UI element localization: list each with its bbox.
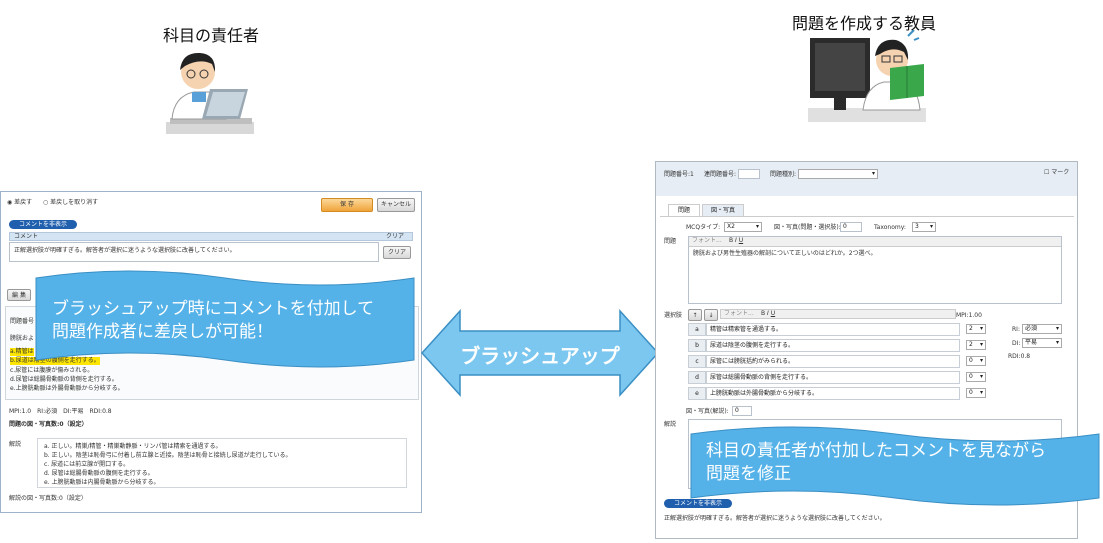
option-a: a.精管は [10,348,34,356]
move-up-button[interactable]: ↑ [688,309,702,321]
radio-return-label: 差戻す [14,199,33,206]
figure-count-label: 図・写真(問題・選択肢): [774,224,841,231]
tab-divider [660,216,1074,217]
move-down-button[interactable]: ↓ [704,309,718,321]
choice-text[interactable]: 上膀胱動脈は外腸骨動脈から分岐する。 [706,387,960,400]
clear-header: クリア [386,233,405,240]
clear-button[interactable]: クリア [383,246,411,259]
choice-score-select[interactable]: 0 [966,388,986,398]
question-text: 膀胱および男性生殖器の解剖について正しいのはどれか。2つ選べ。 [693,250,877,257]
choices-font-select[interactable]: フォント... [724,310,754,318]
question-label: 問題 [664,238,677,245]
brushup-label: ブラッシュアップ [460,344,620,368]
mcq-type-label: MCQタイプ: [686,224,721,231]
explanation-line: d. 尿管は総腸骨動脈の腹側を走行する。 [44,470,154,477]
choice-key: c [688,355,706,368]
mark-label: マーク [1051,169,1070,176]
choice-text[interactable]: 尿道は陰茎の腹側を走行する。 [706,339,960,352]
choice-score-select[interactable]: 2 [966,340,986,350]
save-button[interactable]: 保 存 [321,198,373,212]
explanation-label: 解説 [9,441,22,448]
stats-line: MPI:1.0 RI:必須 DI:平易 RDI:0.8 [9,408,112,415]
taxonomy-label: Taxonomy: [874,224,906,231]
comment-toggle-button[interactable]: コメントを非表示 [9,220,77,229]
question-number-label: 問題番号 [10,318,35,325]
explanation-line: b. 正しい。陰茎は恥骨弓に付着し前立腺と近接。陰茎は恥骨と接続し尿道が走行して… [44,452,292,459]
left-callout-line2: 問題作成者に差戻しが可能！ [52,322,273,342]
question-number: 問題番号:1 [664,171,694,178]
question-editor[interactable]: フォント... B I U 膀胱および男性生殖器の解剖について正しいのはどれか。… [688,236,1062,304]
mcq-type-select[interactable]: X2 [724,222,762,232]
format-icons[interactable]: B I U [729,237,743,245]
radio-return[interactable]: ◉ 差戻す [7,199,32,207]
choices-toolbar: フォント... B I U [720,309,956,319]
choice-text[interactable]: 精管は精索管を通過する。 [706,323,960,336]
choice-text[interactable]: 尿管には膀胱括約がみられる。 [706,355,960,368]
cancel-button[interactable]: キャンセル [377,198,415,212]
question-lead: 膀胱およ [10,335,35,342]
right-callout-text: 科目の責任者が付加したコメントを見ながら 問題を修正 [706,440,1096,486]
ri-select[interactable]: 必須 [1022,324,1062,334]
choice-score-select[interactable]: 2 [966,324,986,334]
left-callout-text: ブラッシュアップ時にコメントを付加して 問題作成者に差戻しが可能！ [52,298,402,344]
choice-score-select[interactable]: 0 [966,356,986,366]
question-type-label: 問題種別: [770,171,797,178]
choice-key: d [688,371,706,384]
comment-header-bar: コメント クリア [9,232,413,241]
explanation-line: a. 正しい。精巣/精管・精巣動静脈・リンパ管は精索を通過する。 [44,443,222,450]
choice-key: e [688,387,706,400]
comment-text: 正解選択肢が明確すぎる。解答者が選択に迷うような選択肢に改善してください。 [14,247,236,254]
comment-header: コメント [14,233,39,240]
explanation-images-count: 解説の図・写真数:0（設定） [9,495,87,502]
choice-key: a [688,323,706,336]
linked-number-input[interactable] [738,169,760,179]
choices-label: 選択肢 [664,312,683,319]
explanation-line: e. 上膀胱動脈は内腸骨動脈から分岐する。 [44,479,160,486]
right-callout-line2: 問題を修正 [706,464,791,484]
right-callout-line1: 科目の責任者が付加したコメントを見ながら [706,441,1046,461]
choices-format-icons[interactable]: B I U [761,310,775,318]
di-label: DI: [1012,340,1021,347]
rdi-value: RDI:0.8 [1008,353,1031,360]
taxonomy-select[interactable]: 3 [912,222,936,232]
explanation-line: c. 尿道には前立腺が開口する。 [44,461,130,468]
comment-input[interactable]: 正解選択肢が明確すぎる。解答者が選択に迷うような選択肢に改善してください。 [9,242,379,262]
teacher-at-computer-icon [808,30,926,122]
explain-figure-input[interactable]: 0 [732,406,752,416]
linked-number-label: 連問題番号: [704,171,737,178]
header-bar [656,162,1077,196]
di-select[interactable]: 平易 [1022,338,1062,348]
ri-label: RI: [1012,326,1020,333]
option-e: e.上膀胱動脈は外腸骨動脈から分岐する。 [10,385,124,392]
comment-text: 正解選択肢が明確すぎる。解答者が選択に迷うような選択肢に改善してください。 [664,515,886,522]
explain-figure-label: 図・写真(解説): [686,408,729,415]
mpi-value: MPI:1.00 [956,312,982,319]
radio-cancel-label: 差戻しを取り消す [50,199,99,206]
option-b-text: b.尿道は [10,357,34,364]
choice-key: b [688,339,706,352]
mark-checkbox[interactable]: ☐ マーク [1044,169,1069,177]
question-type-select[interactable] [798,169,878,179]
font-select[interactable]: フォント... [692,237,722,245]
question-images-count: 問題の図・写真数:0（設定） [9,421,88,428]
left-callout-line1: ブラッシュアップ時にコメントを付加して [52,299,375,319]
person-with-laptop-icon [166,52,254,134]
tab-edit[interactable]: 編 集 [7,289,31,301]
option-d: d.尿管は総腸骨動脈の背側を走行する。 [10,376,118,383]
radio-cancel-return[interactable]: ○ 差戻しを取り消す [43,199,98,207]
figure-count-input[interactable]: 0 [840,222,862,232]
choice-score-select[interactable]: 0 [966,372,986,382]
editor-toolbar: フォント... B I U [689,237,1061,247]
left-role-title: 科目の責任者 [163,26,260,45]
choice-text[interactable]: 尿管は総腸骨動脈の背側を走行する。 [706,371,960,384]
explanation-label: 解説 [664,421,677,428]
explanation-box: a. 正しい。精巣/精管・精巣動静脈・リンパ管は精索を通過する。 b. 正しい。… [37,438,407,488]
